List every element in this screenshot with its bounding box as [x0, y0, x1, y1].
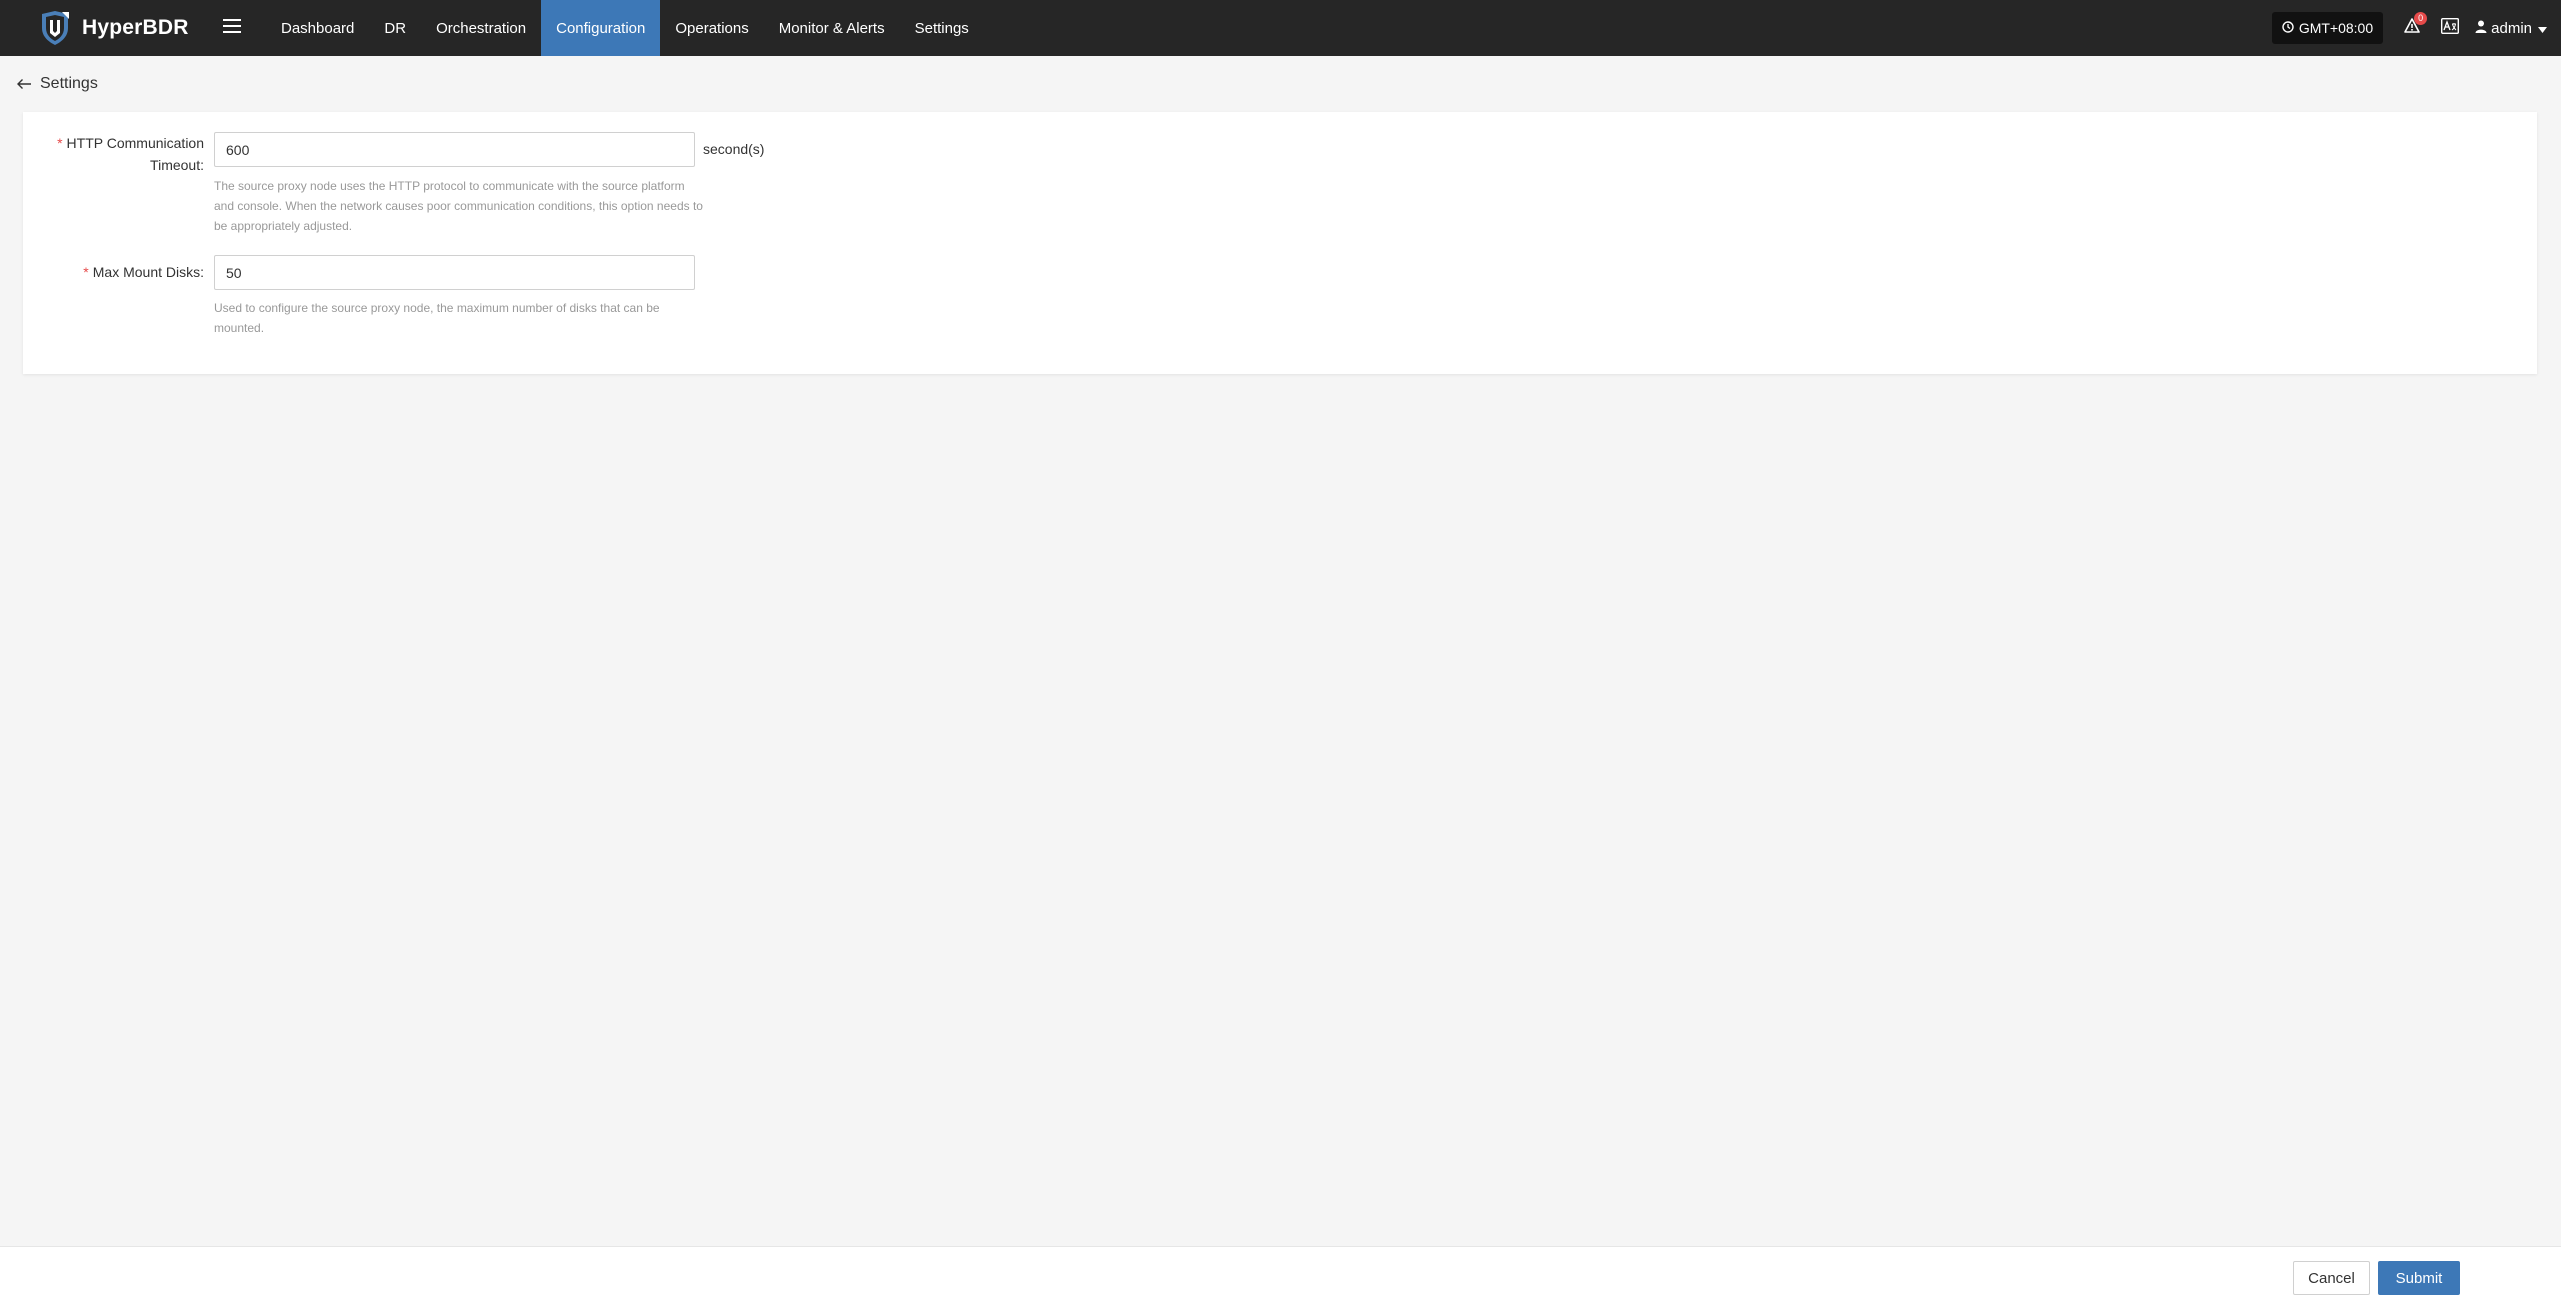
arrow-left-icon[interactable] — [16, 78, 32, 90]
settings-form-card: *HTTP Communication Timeout: second(s) T… — [23, 112, 2537, 374]
top-navigation-bar: HyperBDR Dashboard DR Orchestration Conf… — [0, 0, 2561, 56]
user-icon — [2475, 20, 2491, 37]
translate-icon — [2441, 17, 2460, 39]
max-mount-disks-help: Used to configure the source proxy node,… — [214, 301, 660, 335]
cancel-button[interactable]: Cancel — [2293, 1261, 2370, 1295]
submit-button[interactable]: Submit — [2378, 1261, 2460, 1295]
alerts-button[interactable]: 0 — [2399, 12, 2428, 41]
timezone-label: GMT+08:00 — [2298, 20, 2374, 36]
max-mount-disks-label: * Max Mount Disks: — [83, 264, 204, 280]
nav-dashboard[interactable]: Dashboard — [266, 0, 369, 56]
nav-configuration[interactable]: Configuration — [541, 0, 661, 56]
max-mount-disks-input[interactable] — [214, 255, 695, 290]
required-mark: * — [57, 135, 63, 151]
http-timeout-input[interactable] — [214, 132, 695, 167]
nav-monitor-alerts[interactable]: Monitor & Alerts — [764, 0, 900, 56]
http-timeout-label: * HTTP Communication Timeout: — [57, 135, 204, 173]
form-row-http-timeout: *HTTP Communication Timeout: second(s) T… — [23, 132, 764, 236]
caret-down-icon — [2538, 20, 2551, 37]
language-button[interactable] — [2439, 17, 2461, 39]
required-mark: * — [83, 264, 89, 280]
brand[interactable]: HyperBDR — [0, 0, 208, 56]
timezone-button[interactable]: GMT+08:00 — [2271, 12, 2384, 44]
http-timeout-help: The source proxy node uses the HTTP prot… — [214, 179, 703, 233]
clock-icon — [2282, 20, 2299, 36]
nav-dr[interactable]: DR — [369, 0, 421, 56]
nav-operations[interactable]: Operations — [660, 0, 763, 56]
page-title: Settings — [40, 75, 98, 92]
menu-toggle-button[interactable] — [216, 0, 248, 56]
form-row-max-mount-disks: *Max Mount Disks: Used to configure the … — [23, 255, 704, 338]
username: admin — [2491, 19, 2532, 37]
alert-count-badge: 0 — [2414, 12, 2428, 25]
page-header: Settings — [16, 72, 98, 96]
topbar-right: GMT+08:00 0 admin — [2271, 0, 2551, 56]
nav-settings[interactable]: Settings — [900, 0, 984, 56]
nav-orchestration[interactable]: Orchestration — [421, 0, 541, 56]
main-nav: Dashboard DR Orchestration Configuration… — [266, 0, 984, 56]
http-timeout-unit: second(s) — [703, 141, 765, 157]
hamburger-icon — [223, 18, 241, 39]
form-footer: Cancel Submit — [0, 1246, 2561, 1306]
app-name: HyperBDR — [82, 16, 189, 39]
http-timeout-control: second(s) The source proxy node uses the… — [214, 132, 764, 236]
shield-logo-icon — [36, 9, 74, 47]
max-mount-disks-control: Used to configure the source proxy node,… — [214, 255, 704, 338]
user-menu[interactable]: admin — [2475, 20, 2551, 37]
